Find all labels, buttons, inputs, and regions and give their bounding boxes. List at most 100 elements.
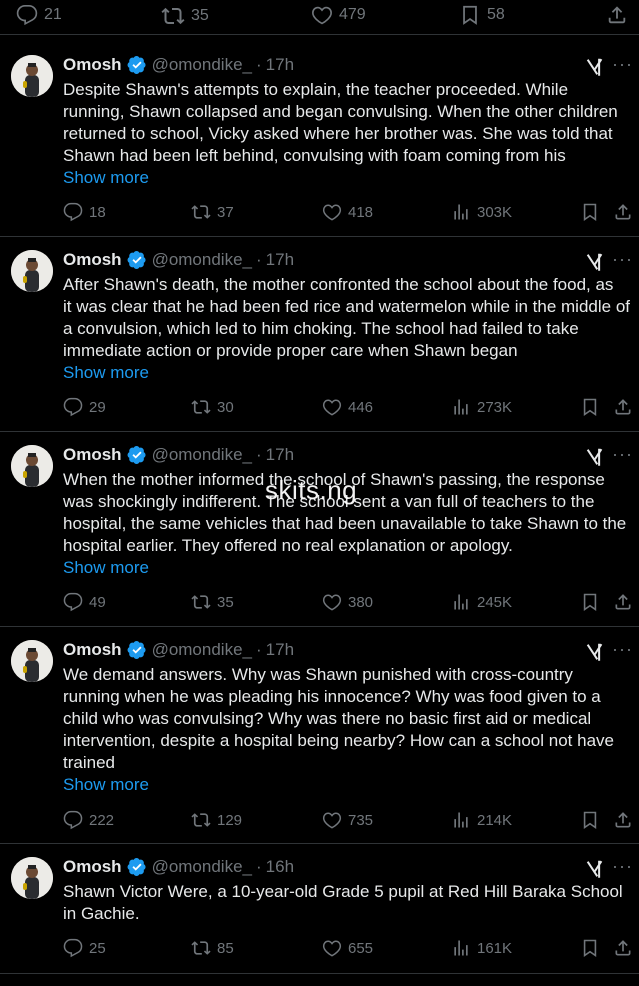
author-handle[interactable]: @omondike_ <box>152 445 252 465</box>
like-button[interactable]: 380 <box>322 592 373 612</box>
author-name[interactable]: Omosh <box>63 640 122 660</box>
views-button[interactable]: 214K <box>451 810 512 830</box>
share-button[interactable] <box>613 397 633 417</box>
share-button[interactable] <box>613 938 633 958</box>
repost-button[interactable]: 129 <box>191 810 242 830</box>
verified-badge-icon <box>127 55 147 75</box>
like-icon <box>322 397 342 417</box>
more-options-icon[interactable]: ··· <box>612 54 633 75</box>
reply-button[interactable]: 21 <box>16 4 62 26</box>
tweet[interactable]: Omosh @omondike_ · 17h ··· When the moth… <box>0 430 639 626</box>
repost-count: 35 <box>191 7 209 24</box>
timestamp[interactable]: 17h <box>266 445 294 465</box>
like-button[interactable]: 735 <box>322 810 373 830</box>
show-more-link[interactable]: Show more <box>63 363 149 383</box>
repost-button[interactable]: 37 <box>191 202 234 222</box>
grok-icon[interactable] <box>584 641 606 663</box>
bookmark-icon <box>580 810 600 830</box>
author-name[interactable]: Omosh <box>63 55 122 75</box>
reply-icon <box>63 810 83 830</box>
repost-count: 129 <box>217 811 243 829</box>
avatar[interactable] <box>11 55 53 97</box>
avatar[interactable] <box>11 445 53 487</box>
repost-icon <box>191 938 211 958</box>
show-more-link[interactable]: Show more <box>63 558 149 578</box>
repost-button[interactable]: 35 <box>161 4 209 28</box>
reply-count: 49 <box>89 593 106 611</box>
share-button[interactable] <box>613 810 633 830</box>
share-icon <box>613 202 633 222</box>
like-button[interactable]: 655 <box>322 938 373 958</box>
repost-icon <box>161 4 185 28</box>
views-button[interactable]: 245K <box>451 592 512 612</box>
bookmark-button[interactable] <box>580 592 600 612</box>
show-more-link[interactable]: Show more <box>63 168 149 188</box>
views-icon <box>451 938 471 958</box>
more-options-icon[interactable]: ··· <box>612 639 633 660</box>
author-name[interactable]: Omosh <box>63 250 122 270</box>
views-button[interactable]: 161K <box>451 938 512 958</box>
bookmark-button[interactable] <box>580 810 600 830</box>
reply-button[interactable]: 25 <box>63 938 106 958</box>
timestamp[interactable]: 17h <box>266 55 294 75</box>
views-button[interactable]: 273K <box>451 397 512 417</box>
like-button[interactable]: 418 <box>322 202 373 222</box>
tweet[interactable]: Omosh @omondike_ · 16h ··· Shawn Victor … <box>0 842 639 972</box>
grok-icon[interactable] <box>584 446 606 468</box>
author-handle[interactable]: @omondike_ <box>152 640 252 660</box>
more-options-icon[interactable]: ··· <box>612 444 633 465</box>
repost-button[interactable]: 85 <box>191 938 234 958</box>
grok-icon[interactable] <box>584 56 606 78</box>
author-handle[interactable]: @omondike_ <box>152 250 252 270</box>
bookmark-icon <box>580 938 600 958</box>
repost-icon <box>191 810 211 830</box>
share-button[interactable] <box>613 202 633 222</box>
reply-button[interactable]: 18 <box>63 202 106 222</box>
reply-button[interactable]: 29 <box>63 397 106 417</box>
repost-icon <box>191 202 211 222</box>
avatar[interactable] <box>11 250 53 292</box>
avatar[interactable] <box>11 857 53 899</box>
bookmark-button[interactable]: 58 <box>459 4 505 26</box>
tweet[interactable]: Omosh @omondike_ · 17h ··· We demand ans… <box>0 625 639 843</box>
tweet-text: Shawn Victor Were, a 10-year-old Grade 5… <box>63 882 623 923</box>
grok-icon[interactable] <box>584 858 606 880</box>
bookmark-icon <box>459 4 481 26</box>
bookmark-button[interactable] <box>580 202 600 222</box>
bookmark-button[interactable] <box>580 938 600 958</box>
show-more-link[interactable]: Show more <box>63 775 149 795</box>
tweet[interactable]: Omosh @omondike_ · 17h ··· Despite Shawn… <box>0 40 639 240</box>
author-name[interactable]: Omosh <box>63 445 122 465</box>
share-button[interactable] <box>606 4 628 26</box>
grok-icon[interactable] <box>584 251 606 273</box>
share-icon <box>613 397 633 417</box>
author-handle[interactable]: @omondike_ <box>152 55 252 75</box>
bookmark-button[interactable] <box>580 397 600 417</box>
reply-count: 21 <box>44 6 62 23</box>
repost-button[interactable]: 35 <box>191 592 234 612</box>
more-options-icon[interactable]: ··· <box>612 856 633 877</box>
reply-button[interactable]: 222 <box>63 810 114 830</box>
timestamp[interactable]: 17h <box>266 250 294 270</box>
avatar[interactable] <box>11 640 53 682</box>
tweet[interactable]: Omosh @omondike_ · 17h ··· After Shawn's… <box>0 235 639 431</box>
tweet-text: After Shawn's death, the mother confront… <box>63 275 630 360</box>
like-button[interactable]: 446 <box>322 397 373 417</box>
share-button[interactable] <box>613 592 633 612</box>
repost-count: 35 <box>217 593 234 611</box>
repost-count: 37 <box>217 203 234 221</box>
tweet-text: Despite Shawn's attempts to explain, the… <box>63 80 618 165</box>
verified-badge-icon <box>127 250 147 270</box>
views-button[interactable]: 303K <box>451 202 512 222</box>
verified-badge-icon <box>127 640 147 660</box>
author-name[interactable]: Omosh <box>63 857 122 877</box>
like-count: 479 <box>339 6 366 23</box>
repost-button[interactable]: 30 <box>191 397 234 417</box>
reply-button[interactable]: 49 <box>63 592 106 612</box>
view-count: 245K <box>477 593 513 611</box>
author-handle[interactable]: @omondike_ <box>152 857 252 877</box>
more-options-icon[interactable]: ··· <box>612 249 633 270</box>
like-button[interactable]: 479 <box>311 4 366 26</box>
timestamp[interactable]: 16h <box>266 857 294 877</box>
timestamp[interactable]: 17h <box>266 640 294 660</box>
